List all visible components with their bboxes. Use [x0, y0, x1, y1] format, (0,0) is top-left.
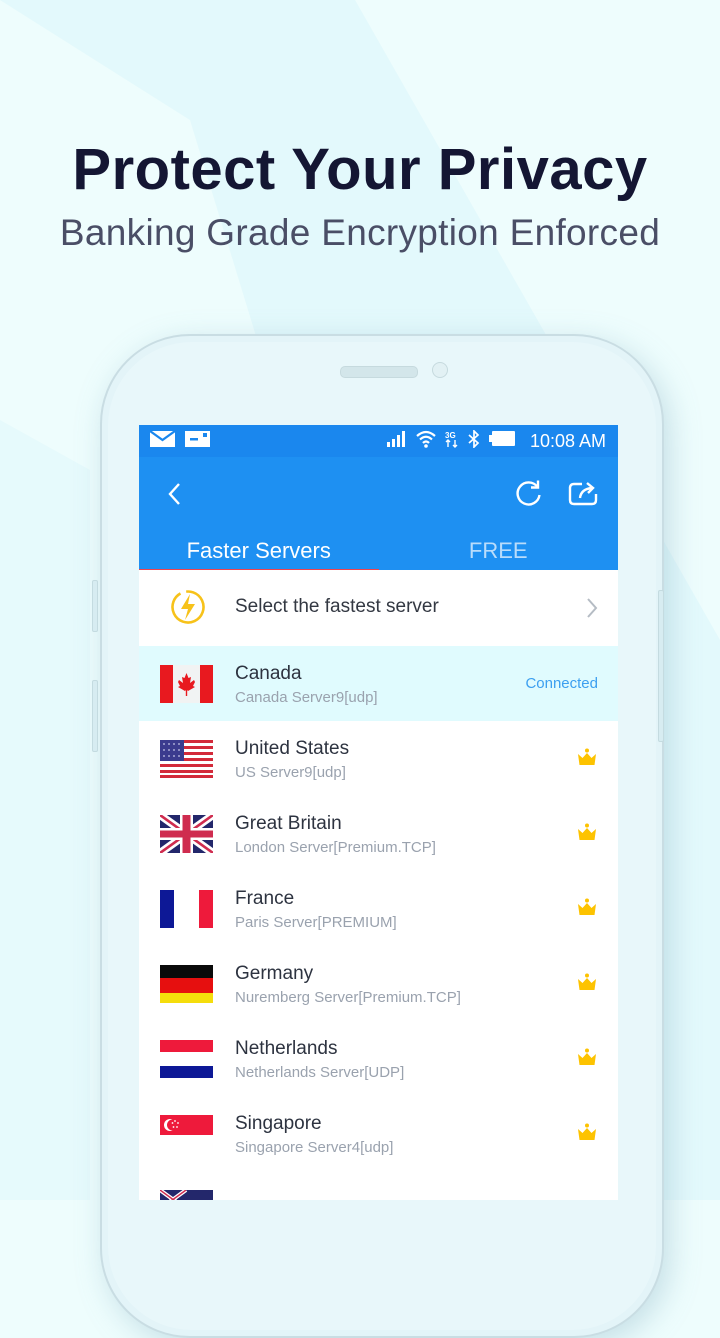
- back-button[interactable]: [159, 477, 189, 511]
- share-button[interactable]: [565, 475, 601, 511]
- server-row-singapore[interactable]: Singapore Singapore Server4[udp]: [139, 1096, 618, 1171]
- server-country: Singapore: [235, 1113, 322, 1134]
- status-time: 10:08 AM: [529, 430, 606, 451]
- server-row-france[interactable]: France Paris Server[PREMIUM]: [139, 871, 618, 946]
- bluetooth-icon: [468, 428, 480, 453]
- share-icon: [568, 482, 598, 506]
- canada-flag-icon: [160, 665, 213, 703]
- chevron-left-icon: [168, 483, 180, 505]
- connection-status-badge: Connected: [525, 675, 598, 692]
- signal-icon: [386, 430, 407, 452]
- usa-flag-icon: [160, 740, 213, 778]
- server-country: Canada: [235, 663, 302, 684]
- netherlands-flag-icon: [160, 1040, 213, 1078]
- promo-subheadline: Banking Grade Encryption Enforced: [59, 212, 661, 253]
- premium-crown-icon: [578, 973, 596, 990]
- status-bar: 3G 10:08 AM: [139, 425, 618, 457]
- tab-free[interactable]: FREE: [379, 534, 619, 570]
- france-flag-icon: [160, 890, 213, 928]
- wifi-icon: [416, 430, 436, 453]
- server-country: Great Britain: [235, 813, 342, 834]
- phone-volume-up-button: [92, 580, 98, 632]
- mail-icon: [149, 429, 176, 452]
- lightning-bolt-icon: [171, 590, 205, 624]
- server-row-canada[interactable]: Canada Canada Server9[udp] Connected: [139, 646, 618, 721]
- server-name: Singapore Server4[udp]: [235, 1139, 394, 1156]
- 3g-data-icon: 3G: [445, 430, 459, 453]
- flag-icon: [160, 1190, 213, 1200]
- server-name: Netherlands Server[UDP]: [235, 1064, 405, 1081]
- server-name: US Server9[udp]: [235, 764, 346, 781]
- server-country: United States: [235, 738, 350, 759]
- server-name: Nuremberg Server[Premium.TCP]: [235, 989, 461, 1006]
- phone-volume-down-button: [92, 680, 98, 752]
- sim-card-icon: [185, 430, 210, 452]
- server-name: Canada Server9[udp]: [235, 689, 378, 706]
- server-name: London Server[Premium.TCP]: [235, 839, 436, 856]
- phone-camera: [432, 362, 448, 378]
- refresh-icon: [516, 480, 541, 506]
- server-row-partial[interactable]: [139, 1171, 618, 1200]
- server-country: Germany: [235, 963, 314, 984]
- phone-power-button: [658, 590, 664, 742]
- server-row-germany[interactable]: Germany Nuremberg Server[Premium.TCP]: [139, 946, 618, 1021]
- tab-faster-servers[interactable]: Faster Servers: [139, 534, 379, 572]
- server-tabs: Faster Servers FREE: [139, 534, 619, 572]
- premium-crown-icon: [578, 898, 596, 915]
- chevron-right-icon: [587, 598, 598, 618]
- server-name: Paris Server[PREMIUM]: [235, 914, 397, 931]
- select-fastest-server-row[interactable]: Select the fastest server: [139, 570, 618, 646]
- uk-flag-icon: [160, 815, 213, 853]
- app-bar: Faster Servers FREE: [139, 457, 619, 572]
- app-screen: 3G 10:08 AM Faster Servers FREE Select t…: [139, 425, 618, 1200]
- premium-crown-icon: [578, 823, 596, 840]
- server-row-netherlands[interactable]: Netherlands Netherlands Server[UDP]: [139, 1021, 618, 1096]
- svg-text:3G: 3G: [445, 431, 456, 440]
- server-country: France: [235, 888, 295, 909]
- server-country: Netherlands: [235, 1038, 338, 1059]
- premium-crown-icon: [578, 1123, 596, 1140]
- server-row-great-britain[interactable]: Great Britain London Server[Premium.TCP]: [139, 796, 618, 871]
- battery-icon: [488, 431, 515, 451]
- server-row-united-states[interactable]: United States US Server9[udp]: [139, 721, 618, 796]
- singapore-flag-icon: [160, 1115, 213, 1153]
- refresh-button[interactable]: [511, 475, 547, 511]
- tab-label: Faster Servers: [186, 538, 331, 563]
- germany-flag-icon: [160, 965, 213, 1003]
- tab-label: FREE: [468, 538, 528, 563]
- fastest-server-label: Select the fastest server: [235, 596, 439, 617]
- premium-crown-icon: [578, 748, 596, 765]
- promo-headline: Protect Your Privacy: [72, 137, 648, 202]
- premium-crown-icon: [578, 1048, 596, 1065]
- phone-speaker: [340, 366, 418, 378]
